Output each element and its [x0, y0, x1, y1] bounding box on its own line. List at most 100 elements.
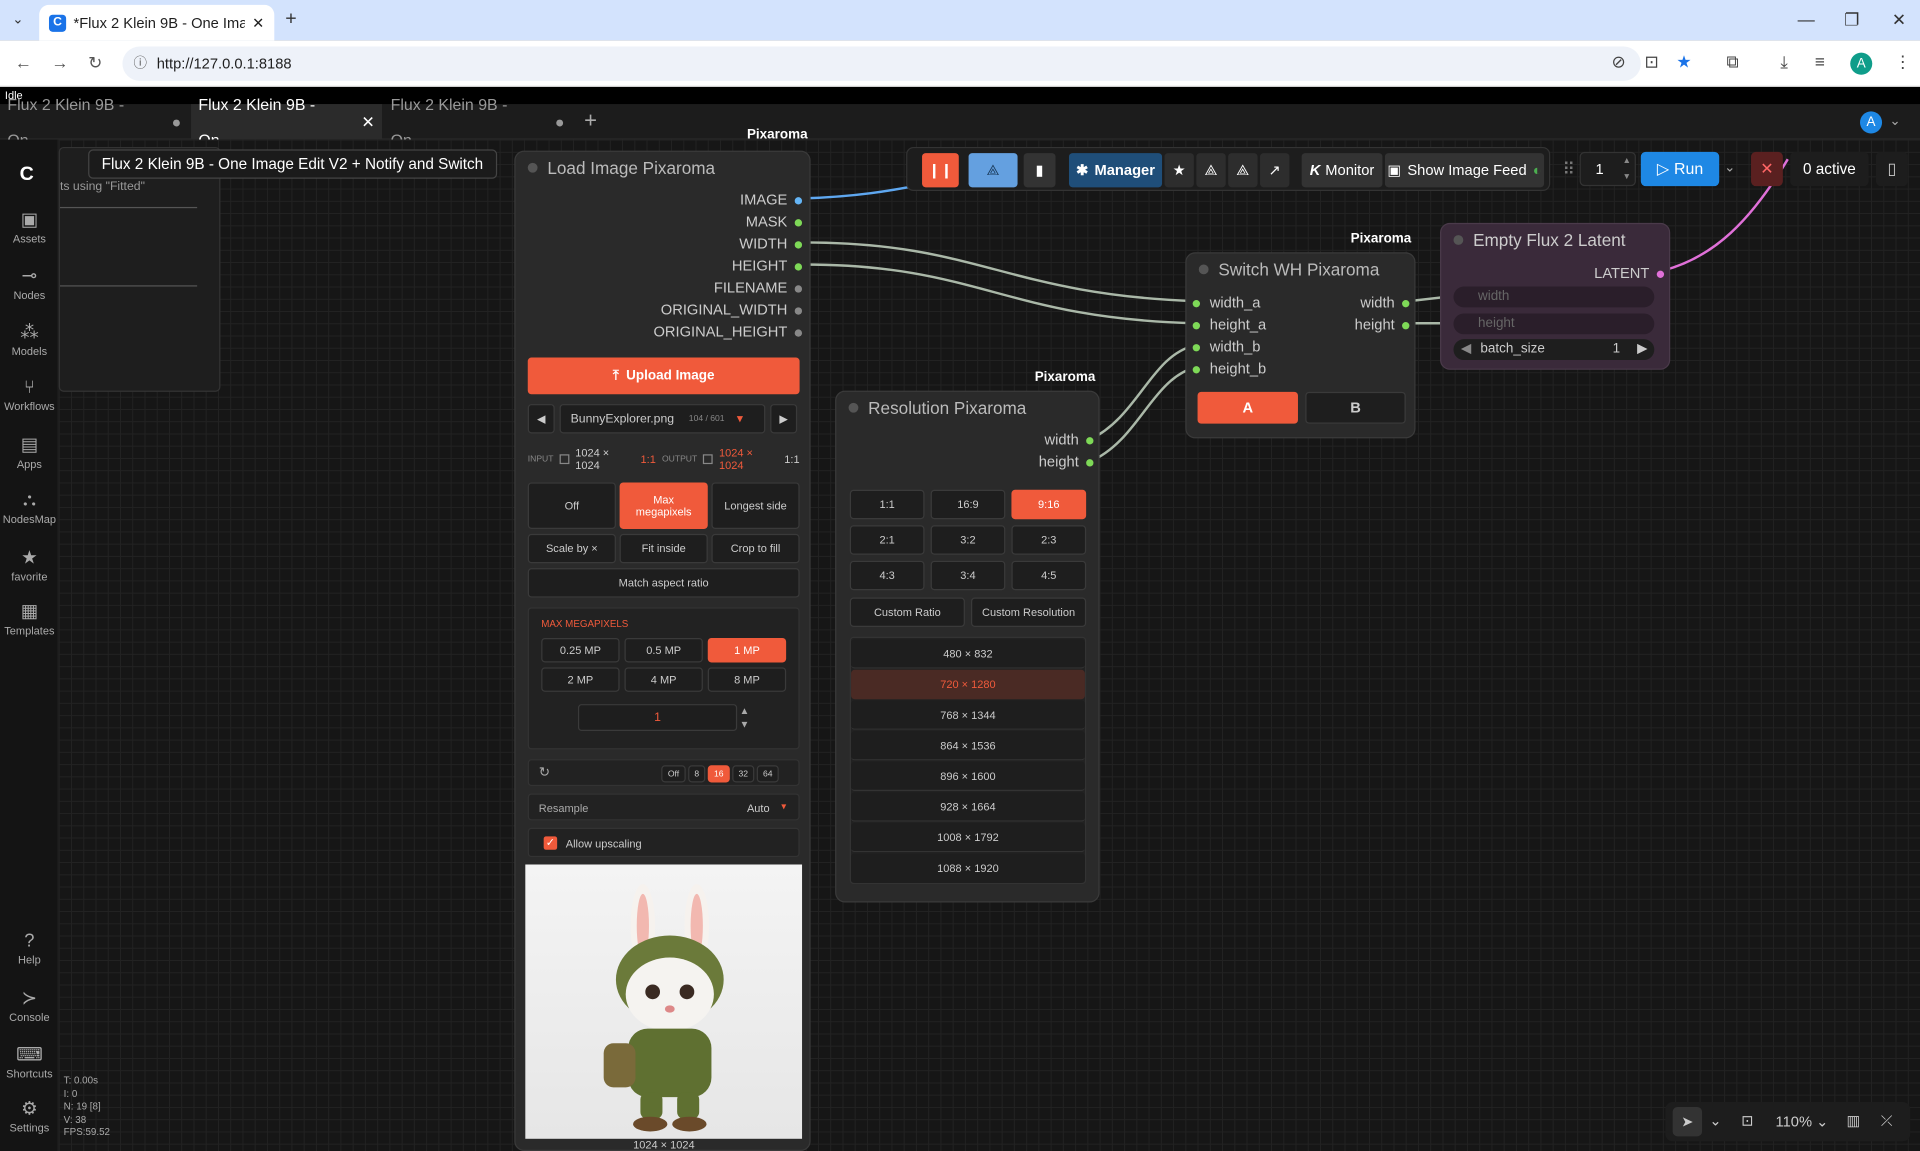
mode-scale-by-button[interactable]: Scale by ×: [527, 533, 616, 564]
resolution-node[interactable]: Resolution Pixaroma width height 1:1 16:…: [835, 390, 1100, 903]
ratio-2-1[interactable]: 2:1: [849, 525, 925, 555]
sidebar-item-help[interactable]: ? Help: [0, 931, 59, 967]
switch-a-button[interactable]: A: [1197, 391, 1298, 424]
output-height[interactable]: HEIGHT: [732, 257, 803, 274]
custom-ratio-button[interactable]: Custom Ratio: [849, 597, 965, 627]
resample-select[interactable]: Resample Auto ▾: [527, 793, 800, 821]
mp-option[interactable]: 0.5 MP: [624, 637, 703, 663]
size-option[interactable]: 720 × 1280: [851, 669, 1085, 700]
size-option[interactable]: 768 × 1344: [851, 700, 1085, 730]
custom-resolution-button[interactable]: Custom Resolution: [971, 597, 1087, 627]
output-width[interactable]: width: [1044, 431, 1094, 448]
input-height-b[interactable]: height_b: [1192, 360, 1266, 377]
bookmark-icon[interactable]: ▮: [1023, 153, 1056, 188]
switch-node[interactable]: Switch WH Pixaroma width_a height_a widt…: [1185, 252, 1416, 439]
sidebar-item-workflows[interactable]: ⑂ Workflows: [0, 377, 59, 413]
stepper-arrows-icon[interactable]: ▲ ▼: [740, 704, 750, 731]
sidebar-item-nodesmap[interactable]: ⛬ NodesMap: [0, 490, 59, 526]
mode-crop-to-fill-button[interactable]: Crop to fill: [711, 533, 800, 564]
star-icon[interactable]: ★: [1164, 153, 1194, 188]
snap-16[interactable]: 16: [707, 765, 730, 783]
input-width-b[interactable]: width_b: [1192, 338, 1260, 355]
ratio-2-3[interactable]: 2:3: [1011, 525, 1087, 555]
cancel-button[interactable]: ✕: [1751, 151, 1783, 187]
output-filename[interactable]: FILENAME: [714, 279, 803, 296]
match-aspect-ratio-button[interactable]: Match aspect ratio: [527, 568, 800, 598]
prev-image-button[interactable]: ◀: [527, 404, 555, 434]
select-tool-icon[interactable]: ➤: [1672, 1106, 1703, 1137]
output-image[interactable]: IMAGE: [740, 191, 803, 208]
link-visibility-icon[interactable]: ⤫: [1881, 1112, 1893, 1130]
size-option[interactable]: 480 × 832: [851, 639, 1085, 669]
tool-icon[interactable]: ⟁: [1228, 153, 1258, 188]
comfy-logo-icon[interactable]: C: [20, 164, 34, 186]
ratio-3-2[interactable]: 3:2: [930, 525, 1006, 555]
output-width[interactable]: WIDTH: [739, 235, 803, 252]
zoom-level[interactable]: 110% ⌄: [1776, 1113, 1829, 1130]
output-original-width[interactable]: ORIGINAL_WIDTH: [661, 301, 803, 318]
sidebar-item-apps[interactable]: ▤ Apps: [0, 433, 59, 471]
sidebar-item-assets[interactable]: ▣ Assets: [0, 208, 59, 245]
mp-option[interactable]: 4 MP: [624, 667, 703, 692]
ratio-4-3[interactable]: 4:3: [849, 560, 925, 591]
output-latent[interactable]: LATENT: [1594, 264, 1665, 282]
run-options-chevron-icon[interactable]: ⌄: [1724, 159, 1735, 175]
mp-option[interactable]: 0.25 MP: [541, 637, 620, 663]
input-height-a[interactable]: height_a: [1192, 316, 1266, 333]
audio-icon[interactable]: ❙❙: [922, 153, 959, 188]
panel-toggle-icon[interactable]: ▯: [1875, 151, 1908, 187]
sidebar-item-favorite[interactable]: ★ favorite: [0, 546, 59, 583]
mode-off-button[interactable]: Off: [527, 482, 616, 529]
sidebar-item-templates[interactable]: ▦ Templates: [0, 600, 59, 637]
size-option[interactable]: 864 × 1536: [851, 731, 1085, 761]
upload-image-button[interactable]: ⤒ Upload Image: [527, 357, 800, 395]
increment-icon[interactable]: ▶: [1637, 339, 1647, 360]
node-title[interactable]: Resolution Pixaroma: [836, 392, 1098, 424]
pixaroma-icon[interactable]: ⟁: [968, 153, 1018, 188]
output-height[interactable]: height: [1355, 316, 1410, 333]
image-select[interactable]: BunnyExplorer.png 104 / 601 ▾: [559, 404, 766, 434]
tool-icon[interactable]: ⟁: [1196, 153, 1226, 188]
input-width-a[interactable]: width_a: [1192, 294, 1260, 311]
output-original-height[interactable]: ORIGINAL_HEIGHT: [653, 323, 803, 340]
mp-option[interactable]: 8 MP: [707, 667, 787, 692]
monitor-button[interactable]: K Monitor: [1301, 153, 1383, 188]
active-queue-badge[interactable]: 0 active: [1790, 151, 1869, 187]
ratio-9-16[interactable]: 9:16: [1011, 489, 1087, 520]
mode-longest-side-button[interactable]: Longest side: [711, 482, 800, 529]
output-width[interactable]: width: [1360, 294, 1410, 311]
node-title[interactable]: Load Image Pixaroma: [516, 152, 810, 184]
ratio-16-9[interactable]: 16:9: [930, 489, 1006, 520]
size-option[interactable]: 1088 × 1920: [851, 853, 1085, 883]
snap-32[interactable]: 32: [732, 765, 755, 783]
snap-off[interactable]: Off: [661, 765, 686, 783]
size-option[interactable]: 896 × 1600: [851, 761, 1085, 792]
chevron-down-icon[interactable]: ⌄: [1709, 1112, 1721, 1129]
node-title[interactable]: Switch WH Pixaroma: [1187, 253, 1415, 285]
sidebar-item-nodes[interactable]: ⊸ Nodes: [0, 264, 59, 302]
sidebar-item-settings[interactable]: ⚙ Settings: [0, 1097, 59, 1134]
width-widget[interactable]: width: [1453, 286, 1655, 308]
height-widget[interactable]: height: [1453, 313, 1655, 335]
size-option[interactable]: 928 × 1664: [851, 792, 1085, 822]
allow-upscaling-checkbox[interactable]: ✓: [543, 836, 558, 850]
run-button[interactable]: ▷ Run: [1640, 151, 1720, 187]
switch-b-button[interactable]: B: [1305, 391, 1406, 424]
mp-option[interactable]: 2 MP: [541, 667, 620, 692]
snap-64[interactable]: 64: [756, 765, 779, 783]
sidebar-item-models[interactable]: ⁂ Models: [0, 321, 59, 358]
manager-button[interactable]: ✱ Manager: [1068, 153, 1163, 188]
minimap-icon[interactable]: ▥: [1847, 1112, 1861, 1129]
batch-size-widget[interactable]: ◀ batch_size 1 ▶: [1453, 339, 1655, 361]
output-mask[interactable]: MASK: [746, 213, 803, 230]
load-image-node[interactable]: Load Image Pixaroma IMAGE MASK WIDTH HEI…: [514, 150, 811, 1151]
mp-option[interactable]: 1 MP: [707, 637, 787, 663]
ratio-4-5[interactable]: 4:5: [1011, 560, 1087, 591]
queue-count-input[interactable]: 1 ▲ ▼: [1579, 151, 1636, 187]
output-height[interactable]: height: [1039, 453, 1094, 470]
sidebar-item-shortcuts[interactable]: ⌨ Shortcuts: [0, 1043, 59, 1080]
drag-handle-icon[interactable]: ⠿: [1562, 159, 1575, 180]
ratio-3-4[interactable]: 3:4: [930, 560, 1006, 591]
size-option[interactable]: 1008 × 1792: [851, 822, 1085, 853]
share-icon[interactable]: ↗: [1260, 153, 1290, 188]
